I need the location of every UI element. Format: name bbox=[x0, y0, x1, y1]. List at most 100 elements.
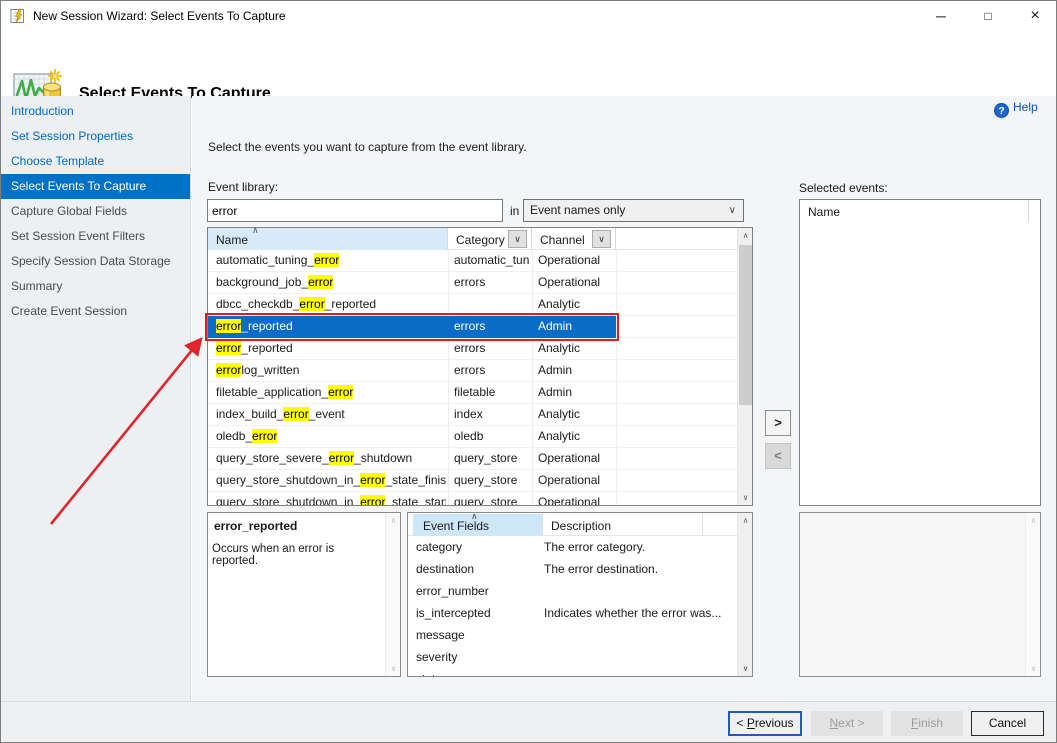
event-category-cell: query_store bbox=[448, 492, 530, 505]
event-name-cell: query_store_severe_error_shutdown bbox=[208, 448, 446, 470]
event-name-cell: dbcc_checkdb_error_reported bbox=[208, 294, 446, 316]
table-row-query-store-shutdown-in-error-state-finished[interactable]: query_store_shutdown_in_error_state_fini… bbox=[208, 470, 737, 492]
column-header-channel[interactable]: Channel ∨ bbox=[532, 228, 616, 250]
event-fields-panel: ∧ Event Fields Description categoryThe e… bbox=[407, 512, 753, 677]
field-description-cell bbox=[544, 669, 734, 676]
selected-events-column-header: Name bbox=[808, 205, 840, 219]
field-row-destination[interactable]: destinationThe error destination. bbox=[408, 559, 737, 581]
field-description-cell: The error category. bbox=[544, 537, 734, 559]
channel-filter-button[interactable]: ∨ bbox=[592, 230, 611, 248]
table-row-background-job-error[interactable]: background_job_errorerrorsOperational bbox=[208, 272, 737, 294]
sort-ascending-icon: ∧ bbox=[252, 225, 259, 236]
event-channel-cell: Operational bbox=[532, 448, 614, 470]
instruction-text: Select the events you want to capture fr… bbox=[208, 140, 527, 154]
selected-events-list[interactable]: Name bbox=[799, 199, 1041, 506]
wizard-steps: IntroductionSet Session PropertiesChoose… bbox=[1, 96, 191, 701]
sidebar-item-specify-session-data-storage: Specify Session Data Storage bbox=[1, 249, 190, 274]
table-row-dbcc-checkdb-error-reported[interactable]: dbcc_checkdb_error_reported Analytic bbox=[208, 294, 737, 316]
table-row-index-build-error-event[interactable]: index_build_error_eventindexAnalytic bbox=[208, 404, 737, 426]
event-description-panel: error_reported Occurs when an error is r… bbox=[207, 512, 401, 677]
scroll-down-icon[interactable]: ∨ bbox=[738, 661, 753, 676]
table-row-errorlog-written[interactable]: errorlog_writtenerrorsAdmin bbox=[208, 360, 737, 382]
search-match-highlight: error bbox=[216, 363, 241, 377]
column-divider bbox=[1028, 200, 1029, 222]
event-name-cell: query_store_shutdown_in_error_state_fini… bbox=[208, 470, 446, 492]
column-header-description[interactable]: Description bbox=[542, 514, 703, 536]
search-match-highlight: error bbox=[328, 385, 353, 399]
search-scope-value: Event names only bbox=[530, 203, 625, 217]
table-row-error-reported[interactable]: error_reportederrorsAdmin bbox=[208, 316, 737, 338]
help-link[interactable]: ? Help bbox=[994, 100, 1038, 118]
field-row-severity[interactable]: severity bbox=[408, 647, 737, 669]
right-panel-scrollbar[interactable]: ∧ ∨ bbox=[1025, 513, 1040, 676]
field-row-error-number[interactable]: error_number bbox=[408, 581, 737, 603]
description-scrollbar[interactable]: ∧ ∨ bbox=[385, 513, 400, 676]
scroll-up-icon[interactable]: ∧ bbox=[1026, 513, 1041, 528]
search-match-highlight: error bbox=[360, 473, 385, 487]
field-description-cell bbox=[544, 625, 734, 647]
column-header-category[interactable]: Category ∨ bbox=[448, 228, 532, 250]
table-row-automatic-tuning-error[interactable]: automatic_tuning_errorautomatic_tun...Op… bbox=[208, 250, 737, 272]
sidebar-item-capture-global-fields: Capture Global Fields bbox=[1, 199, 190, 224]
field-name-cell: is_intercepted bbox=[416, 603, 540, 625]
scrollbar-thumb[interactable] bbox=[739, 245, 752, 405]
event-description-text: Occurs when an error is reported. bbox=[212, 543, 380, 567]
scroll-up-icon[interactable]: ∧ bbox=[738, 228, 753, 243]
fields-scrollbar[interactable]: ∧ ∨ bbox=[737, 513, 752, 676]
wizard-header: Select Events To Capture bbox=[1, 31, 1057, 96]
sidebar-item-create-event-session: Create Event Session bbox=[1, 299, 190, 324]
sidebar-item-choose-template[interactable]: Choose Template bbox=[1, 149, 190, 174]
event-category-cell bbox=[448, 294, 530, 316]
sidebar-item-select-events-to-capture[interactable]: Select Events To Capture bbox=[1, 174, 190, 199]
table-row-filetable-application-error[interactable]: filetable_application_errorfiletableAdmi… bbox=[208, 382, 737, 404]
event-category-cell: errors bbox=[448, 316, 530, 338]
table-row-oledb-error[interactable]: oledb_erroroledbAnalytic bbox=[208, 426, 737, 448]
search-match-highlight: error bbox=[308, 275, 333, 289]
table-row-error-reported[interactable]: error_reportederrorsAnalytic bbox=[208, 338, 737, 360]
minimize-icon[interactable]: ─ bbox=[918, 1, 964, 31]
event-channel-cell: Analytic bbox=[532, 338, 614, 360]
scroll-down-icon[interactable]: ∨ bbox=[386, 661, 401, 676]
column-header-name[interactable]: ∧ Name bbox=[208, 228, 448, 250]
finish-button: Finish bbox=[891, 711, 963, 736]
column-header-event-fields[interactable]: ∧ Event Fields bbox=[413, 514, 542, 536]
table-row-query-store-shutdown-in-error-state-started[interactable]: query_store_shutdown_in_error_state_star… bbox=[208, 492, 737, 505]
help-label: Help bbox=[1013, 100, 1038, 114]
event-search-input[interactable] bbox=[207, 199, 503, 222]
next-button: Next > bbox=[811, 711, 883, 736]
close-icon[interactable]: × bbox=[1012, 1, 1057, 31]
event-category-cell: oledb bbox=[448, 426, 530, 448]
sidebar-item-set-session-event-filters: Set Session Event Filters bbox=[1, 224, 190, 249]
event-name-cell: oledb_error bbox=[208, 426, 446, 448]
window-title: New Session Wizard: Select Events To Cap… bbox=[33, 1, 286, 31]
scroll-up-icon[interactable]: ∧ bbox=[386, 513, 401, 528]
add-event-button[interactable]: > bbox=[765, 410, 791, 436]
event-table-scrollbar[interactable]: ∧ ∨ bbox=[737, 228, 752, 505]
field-row-category[interactable]: categoryThe error category. bbox=[408, 537, 737, 559]
field-name-cell: message bbox=[416, 625, 540, 647]
table-row-query-store-severe-error-shutdown[interactable]: query_store_severe_error_shutdownquery_s… bbox=[208, 448, 737, 470]
field-description-cell: The error destination. bbox=[544, 559, 734, 581]
sidebar-item-set-session-properties[interactable]: Set Session Properties bbox=[1, 124, 190, 149]
button-bar: < Previous Next > Finish Cancel bbox=[1, 701, 1057, 743]
previous-button[interactable]: < Previous bbox=[728, 711, 802, 736]
event-channel-cell: Analytic bbox=[532, 294, 614, 316]
help-icon: ? bbox=[994, 103, 1009, 118]
wizard-window: New Session Wizard: Select Events To Cap… bbox=[0, 0, 1057, 743]
maximize-icon[interactable]: □ bbox=[965, 1, 1011, 31]
event-category-cell: errors bbox=[448, 272, 530, 294]
scroll-down-icon[interactable]: ∨ bbox=[738, 490, 753, 505]
cancel-button[interactable]: Cancel bbox=[971, 711, 1044, 736]
field-row-state[interactable]: state bbox=[408, 669, 737, 676]
sidebar-item-summary: Summary bbox=[1, 274, 190, 299]
search-scope-combobox[interactable]: Event names only ∨ bbox=[523, 199, 744, 222]
event-channel-cell: Admin bbox=[532, 382, 614, 404]
category-filter-button[interactable]: ∨ bbox=[508, 230, 527, 248]
scroll-up-icon[interactable]: ∧ bbox=[738, 513, 753, 528]
event-channel-cell: Operational bbox=[532, 470, 614, 492]
sidebar-item-introduction[interactable]: Introduction bbox=[1, 99, 190, 124]
field-row-message[interactable]: message bbox=[408, 625, 737, 647]
scroll-down-icon[interactable]: ∨ bbox=[1026, 661, 1041, 676]
remove-event-button: < bbox=[765, 443, 791, 469]
field-row-is-intercepted[interactable]: is_interceptedIndicates whether the erro… bbox=[408, 603, 737, 625]
